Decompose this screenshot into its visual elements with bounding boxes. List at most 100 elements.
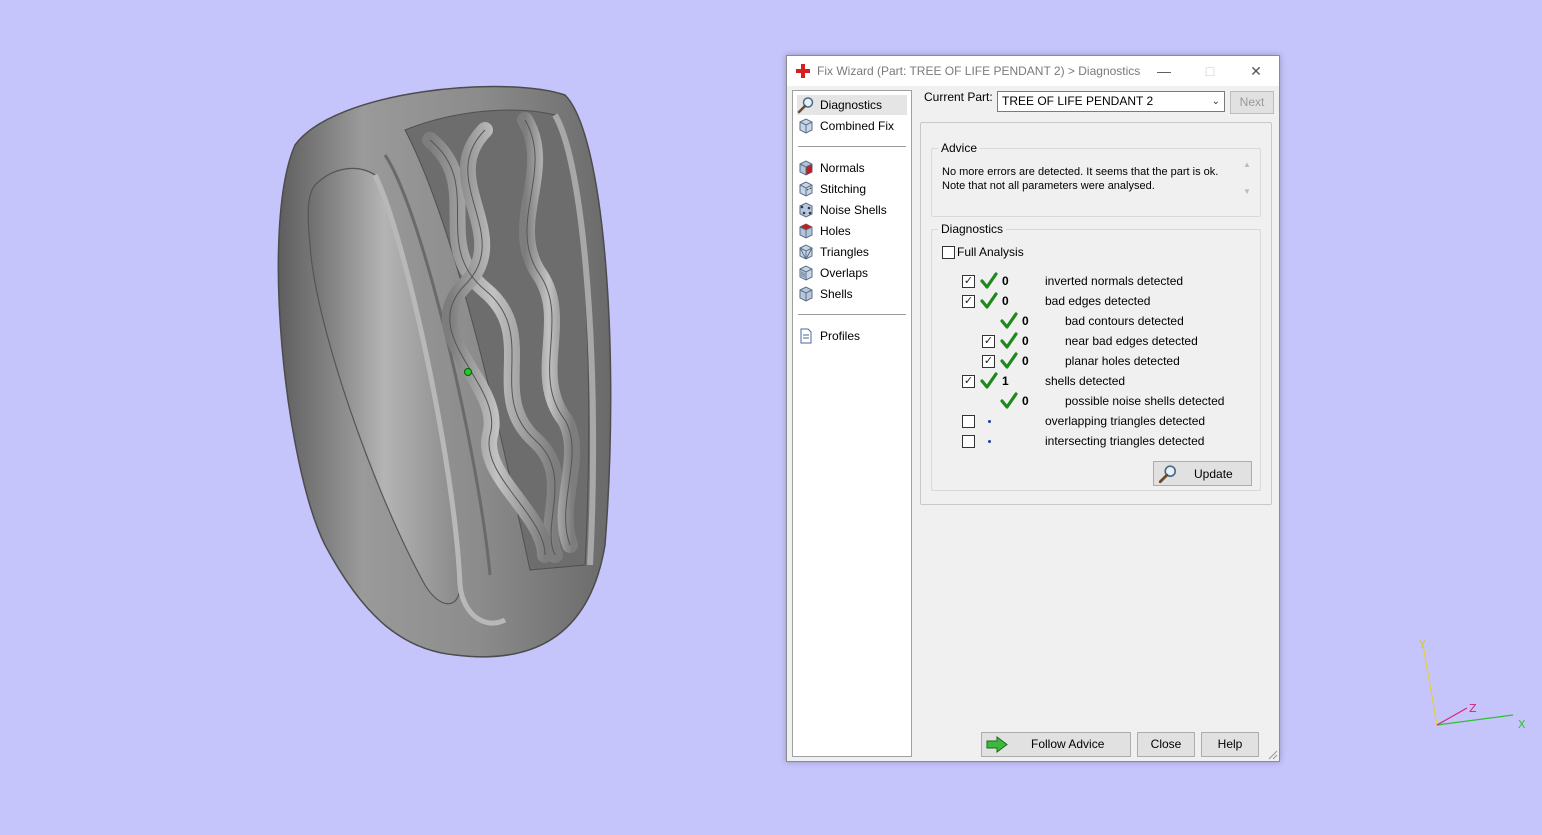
wizard-nav: Diagnostics Combined Fix Normals Stitchi… (792, 90, 912, 757)
document-icon (800, 328, 812, 344)
advice-group: Advice No more errors are detected. It s… (931, 141, 1261, 217)
planar-holes-label: planar holes detected (1065, 354, 1180, 368)
update-label: Update (1194, 467, 1233, 481)
stitching-cube-icon (799, 181, 813, 197)
nav-item-profiles[interactable]: Profiles (797, 326, 907, 346)
nav-item-triangles[interactable]: Triangles (797, 242, 907, 262)
nav-item-noise-shells[interactable]: Noise Shells (797, 200, 907, 220)
nav-item-holes[interactable]: Holes (797, 221, 907, 241)
overlapping-triangles-label: overlapping triangles detected (1045, 414, 1206, 428)
nav-item-label: Profiles (820, 329, 861, 343)
axis-x-label: X (1518, 718, 1526, 731)
ring-model[interactable] (255, 75, 635, 670)
chevron-down-icon[interactable]: ⌄ (1212, 92, 1220, 111)
magnifier-icon (797, 97, 814, 114)
overlaps-cube-icon (799, 265, 813, 281)
intersecting-triangles-label: intersecting triangles detected (1045, 434, 1205, 448)
current-part-select[interactable]: TREE OF LIFE PENDANT 2 ⌄ (997, 91, 1225, 112)
nav-item-label: Diagnostics (820, 98, 883, 112)
nav-item-normals[interactable]: Normals (797, 158, 907, 178)
holes-cube-icon (799, 223, 813, 239)
current-part-value: TREE OF LIFE PENDANT 2 (1002, 94, 1154, 108)
advice-line: No more errors are detected. It seems th… (942, 166, 1219, 178)
check-icon (980, 292, 998, 309)
nav-item-diagnostics[interactable]: Diagnostics (797, 95, 907, 115)
planar-holes-count: 0 (1022, 354, 1029, 368)
nav-item-label: Noise Shells (820, 203, 887, 217)
noise-shells-icon (799, 202, 813, 218)
resize-grip-icon[interactable] (1268, 750, 1278, 760)
current-part-label: Current Part: (924, 90, 993, 104)
axis-z-label: Z (1469, 702, 1477, 715)
advice-line: Note that not all parameters were analys… (942, 180, 1155, 192)
near-bad-edges-checkbox[interactable]: ✓ (982, 335, 995, 348)
minimize-icon[interactable]: — (1141, 56, 1187, 86)
shells-label: shells detected (1045, 374, 1126, 388)
pending-dot-icon (988, 440, 991, 443)
nav-item-label: Stitching (820, 182, 867, 196)
planar-holes-checkbox[interactable]: ✓ (982, 355, 995, 368)
triangles-cube-icon (799, 244, 813, 260)
check-icon (980, 372, 998, 389)
close-button[interactable]: Close (1137, 732, 1195, 757)
advice-text: No more errors are detected. It seems th… (942, 165, 1232, 193)
noise-shells-label: possible noise shells detected (1065, 394, 1225, 408)
near-bad-edges-label: near bad edges detected (1065, 334, 1198, 348)
full-analysis-label: Full Analysis (957, 245, 1024, 259)
bad-edges-checkbox[interactable]: ✓ (962, 295, 975, 308)
nav-item-shells[interactable]: Shells (797, 284, 907, 304)
shells-checkbox[interactable]: ✓ (962, 375, 975, 388)
title-bar[interactable]: Fix Wizard (Part: TREE OF LIFE PENDANT 2… (787, 56, 1279, 86)
check-icon (1000, 392, 1018, 409)
3d-viewport[interactable]: Y Z X (0, 0, 1542, 835)
window-title: Fix Wizard (Part: TREE OF LIFE PENDANT 2… (817, 64, 1141, 78)
nav-item-label: Triangles (820, 245, 869, 259)
close-icon[interactable]: ✕ (1233, 56, 1279, 86)
fix-wizard-dialog: Fix Wizard (Part: TREE OF LIFE PENDANT 2… (786, 55, 1280, 762)
follow-advice-button[interactable]: Follow Advice (981, 732, 1131, 757)
pending-dot-icon (988, 420, 991, 423)
diagnostics-group: Diagnostics Full Analysis ✓ 0 inverted n… (931, 222, 1261, 491)
overlapping-triangles-checkbox[interactable] (962, 415, 975, 428)
next-button[interactable]: Next (1230, 91, 1274, 114)
nav-separator (798, 314, 906, 315)
diagnostics-panel: Advice No more errors are detected. It s… (920, 122, 1272, 505)
inverted-normals-count: 0 (1002, 274, 1009, 288)
full-analysis-checkbox[interactable] (942, 246, 955, 259)
nav-item-label: Normals (820, 161, 865, 175)
advice-title: Advice (938, 141, 981, 155)
nav-item-stitching[interactable]: Stitching (797, 179, 907, 199)
noise-shells-count: 0 (1022, 394, 1029, 408)
inverted-normals-checkbox[interactable]: ✓ (962, 275, 975, 288)
cube-icon (799, 118, 813, 134)
bad-contours-count: 0 (1022, 314, 1029, 328)
maximize-icon[interactable]: □ (1187, 56, 1233, 86)
diagnostics-title: Diagnostics (938, 222, 1007, 236)
nav-separator (798, 146, 906, 147)
axis-y-label: Y (1418, 638, 1426, 651)
normals-cube-icon (799, 160, 813, 176)
shells-count: 1 (1002, 374, 1009, 388)
advice-scrollbar[interactable]: ▲ ▼ (1240, 160, 1254, 208)
near-bad-edges-count: 0 (1022, 334, 1029, 348)
follow-advice-label: Follow Advice (1031, 737, 1105, 751)
green-arrow-icon (986, 736, 1008, 753)
update-button[interactable]: Update (1153, 461, 1252, 486)
intersecting-triangles-checkbox[interactable] (962, 435, 975, 448)
bad-contours-label: bad contours detected (1065, 314, 1184, 328)
nav-item-label: Holes (820, 224, 851, 238)
nav-item-combined-fix[interactable]: Combined Fix (797, 116, 907, 136)
check-icon (980, 272, 998, 289)
nav-item-label: Combined Fix (820, 119, 895, 133)
bad-edges-count: 0 (1002, 294, 1009, 308)
bad-edges-label: bad edges detected (1045, 294, 1151, 308)
check-icon (1000, 332, 1018, 349)
red-cross-icon (796, 64, 810, 78)
shells-cube-icon (799, 286, 813, 302)
inverted-normals-label: inverted normals detected (1045, 274, 1184, 288)
help-button[interactable]: Help (1201, 732, 1259, 757)
magnifier-icon (1158, 465, 1177, 484)
nav-item-overlaps[interactable]: Overlaps (797, 263, 907, 283)
axis-triad: Y Z X (1418, 638, 1526, 731)
check-icon (1000, 312, 1018, 329)
